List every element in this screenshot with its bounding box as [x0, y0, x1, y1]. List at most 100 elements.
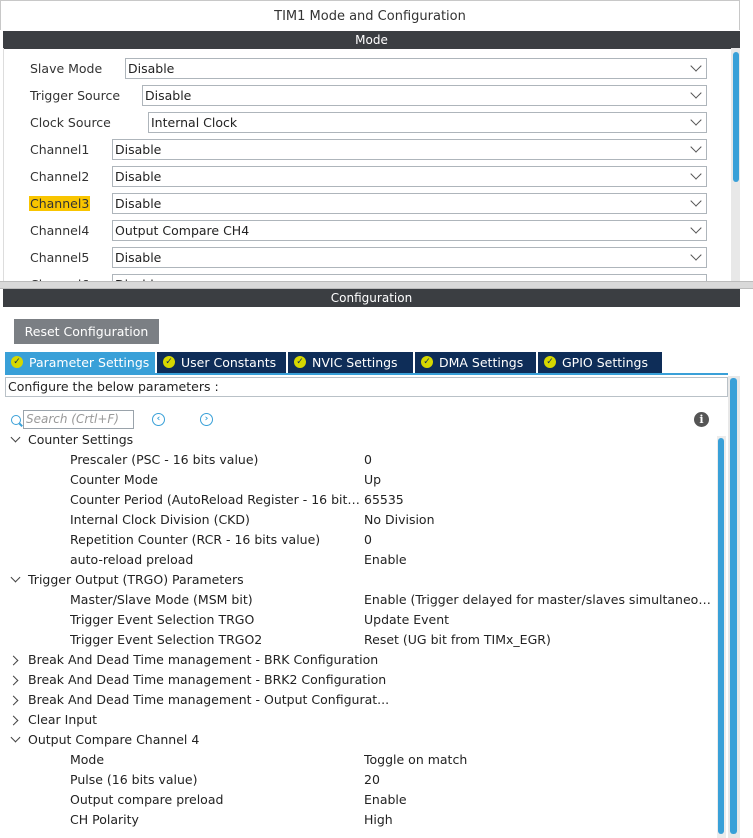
tree-group-label: Counter Settings [28, 432, 134, 447]
mode-row-select[interactable]: Output Compare CH4 [112, 220, 707, 241]
check-circle-icon: ✓ [421, 356, 433, 368]
parameter-name: Mode [70, 752, 105, 767]
parameter-row[interactable]: Counter Period (AutoReload Register - 16… [5, 490, 717, 510]
reset-configuration-button[interactable]: Reset Configuration [14, 319, 159, 344]
tree-scrollbar[interactable] [717, 436, 726, 838]
tree-group[interactable]: Break And Dead Time management - BRK Con… [5, 650, 717, 670]
tree-group[interactable]: Clear Input [5, 710, 717, 730]
chevron-right-icon[interactable] [8, 675, 19, 686]
parameter-value[interactable]: No Division [364, 510, 716, 530]
tree-group[interactable]: Break And Dead Time management - BRK2 Co… [5, 670, 717, 690]
parameter-value[interactable]: Enable (Trigger delayed for master/slave… [364, 590, 716, 610]
chevron-down-icon [690, 141, 702, 153]
chevron-down-icon [690, 87, 702, 99]
parameter-name: Output compare preload [70, 792, 224, 807]
mode-row-label: Channel5 [30, 250, 90, 265]
window-title: TIM1 Mode and Configuration [0, 0, 740, 30]
chevron-down-icon [690, 249, 702, 261]
parameter-row[interactable]: Counter Mode Up [5, 470, 717, 490]
chevron-left-icon[interactable]: ‹ [152, 413, 165, 426]
mode-row-select[interactable]: Disable [112, 247, 707, 268]
mode-row-select[interactable]: Disable [112, 193, 707, 214]
parameter-value[interactable]: Up [364, 470, 716, 490]
parameter-value[interactable]: Reset (UG bit from TIMx_EGR) [364, 630, 716, 650]
mode-row: Channel3 Disable [29, 193, 709, 215]
tab-gpio-settings[interactable]: ✓ GPIO Settings [538, 352, 662, 373]
mode-scrollbar[interactable] [731, 48, 740, 281]
parameter-row[interactable]: Pulse (16 bits value) 20 [5, 770, 717, 790]
chevron-down-icon[interactable] [10, 732, 21, 743]
configure-parameters-label: Configure the below parameters : [5, 377, 728, 397]
parameter-value[interactable]: Enable [364, 550, 716, 570]
mode-row-select[interactable]: Disable [125, 58, 707, 79]
tree-group[interactable]: Output Compare Channel 4 [5, 730, 717, 750]
mode-row-value: Output Compare CH4 [115, 223, 250, 238]
check-circle-icon: ✓ [544, 356, 556, 368]
tree-group[interactable]: Trigger Output (TRGO) Parameters [5, 570, 717, 590]
parameter-row[interactable]: Mode Toggle on match [5, 750, 717, 770]
search-icon [11, 415, 21, 425]
chevron-down-icon[interactable] [10, 432, 21, 443]
mode-row-value: Internal Clock [151, 115, 238, 130]
panel-splitter[interactable] [0, 281, 753, 289]
parameter-row[interactable]: Prescaler (PSC - 16 bits value) 0 [5, 450, 717, 470]
tree-group[interactable]: Counter Settings [5, 430, 717, 450]
tab-nvic-settings[interactable]: ✓ NVIC Settings [288, 352, 413, 373]
parameter-value[interactable]: Enable [364, 790, 716, 810]
config-scrollbar-thumb[interactable] [730, 378, 737, 834]
parameter-name: Trigger Event Selection TRGO2 [70, 632, 263, 647]
parameter-value[interactable]: Toggle on match [364, 750, 716, 770]
tab-parameter-settings[interactable]: ✓ Parameter Settings [5, 352, 155, 373]
mode-row-value: Disable [145, 88, 192, 103]
mode-row-label: Channel2 [30, 169, 90, 184]
chevron-right-icon[interactable] [8, 715, 19, 726]
search-input[interactable]: Search (Crtl+F) [23, 410, 134, 429]
parameter-value[interactable]: 65535 [364, 490, 716, 510]
mode-row-value: Disable [115, 250, 162, 265]
mode-scrollbar-thumb[interactable] [733, 52, 739, 182]
tab-dma-settings[interactable]: ✓ DMA Settings [415, 352, 536, 373]
tree-scrollbar-thumb[interactable] [718, 438, 724, 834]
parameter-value[interactable]: 0 [364, 450, 716, 470]
parameter-row[interactable]: Internal Clock Division (CKD) No Division [5, 510, 717, 530]
tab-label: DMA Settings [439, 355, 524, 370]
chevron-right-icon[interactable] [8, 695, 19, 706]
mode-row-value: Disable [115, 142, 162, 157]
parameter-value[interactable]: 20 [364, 770, 716, 790]
parameter-value[interactable]: High [364, 810, 716, 830]
parameter-row[interactable]: Output compare preload Enable [5, 790, 717, 810]
mode-row-select[interactable]: Disable [142, 85, 707, 106]
tree-group-label: Clear Input [28, 712, 98, 727]
parameter-value[interactable]: Update Event [364, 610, 716, 630]
tab-underline [5, 373, 728, 375]
tab-label: Parameter Settings [29, 355, 150, 370]
check-circle-icon: ✓ [11, 356, 23, 368]
tab-user-constants[interactable]: ✓ User Constants [157, 352, 286, 373]
parameter-row[interactable]: auto-reload preload Enable [5, 550, 717, 570]
mode-row-select[interactable]: Disable [112, 139, 707, 160]
config-scrollbar[interactable] [728, 376, 740, 838]
parameter-row[interactable]: Repetition Counter (RCR - 16 bits value)… [5, 530, 717, 550]
parameter-row[interactable]: Trigger Event Selection TRGO Update Event [5, 610, 717, 630]
chevron-down-icon [690, 60, 702, 72]
mode-row-label: Trigger Source [30, 88, 121, 103]
tab-label: User Constants [181, 355, 277, 370]
chevron-right-icon[interactable]: › [200, 413, 213, 426]
mode-row-value: Disable [128, 61, 175, 76]
tree-group[interactable]: Break And Dead Time management - Output … [5, 690, 717, 710]
chevron-down-icon[interactable] [10, 572, 21, 583]
mode-row-select[interactable]: Internal Clock [148, 112, 707, 133]
chevron-down-icon [690, 114, 702, 126]
parameter-row[interactable]: Trigger Event Selection TRGO2 Reset (UG b… [5, 630, 717, 650]
parameter-row[interactable]: Master/Slave Mode (MSM bit) Enable (Trigg… [5, 590, 717, 610]
config-header: Configuration [3, 289, 740, 307]
parameter-value[interactable]: 0 [364, 530, 716, 550]
mode-row-select[interactable]: Disable [112, 274, 707, 281]
check-circle-icon: ✓ [163, 356, 175, 368]
parameter-name: Counter Mode [70, 472, 158, 487]
mode-row: Clock Source Internal Clock [29, 112, 709, 134]
chevron-right-icon[interactable] [8, 655, 19, 666]
parameter-row[interactable]: CH Polarity High [5, 810, 717, 830]
info-icon[interactable]: i [694, 412, 709, 427]
mode-row-select[interactable]: Disable [112, 166, 707, 187]
